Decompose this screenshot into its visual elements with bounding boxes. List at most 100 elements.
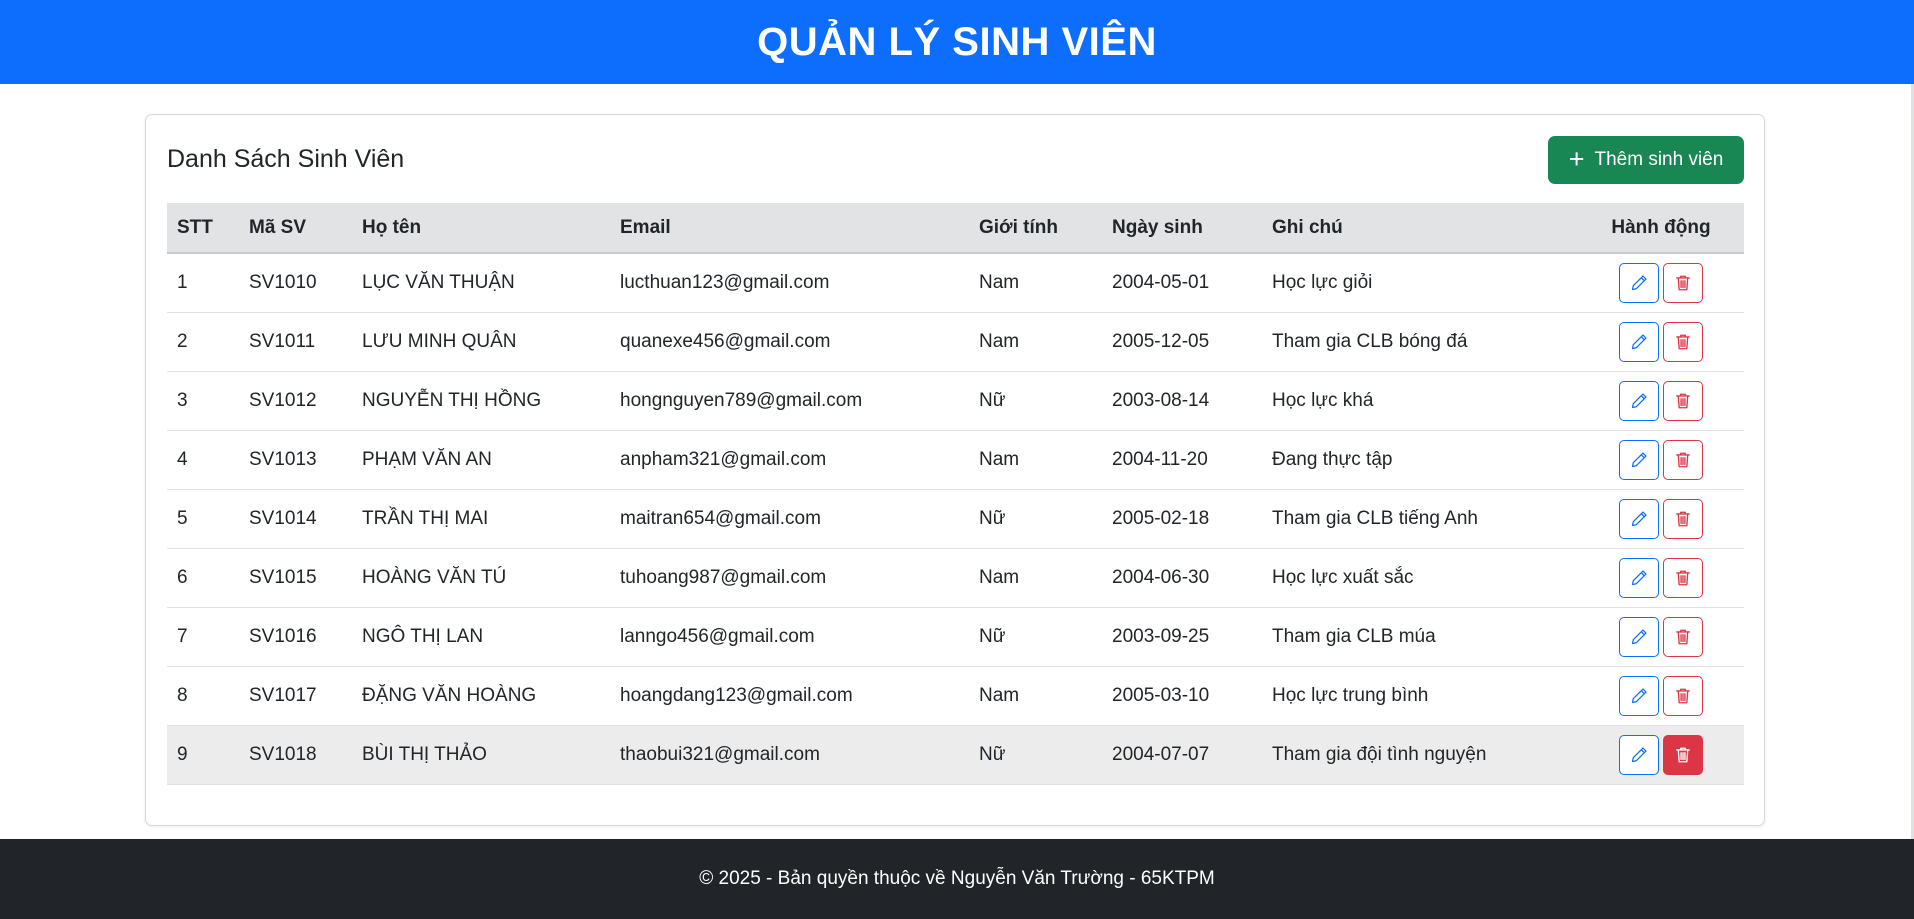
delete-button[interactable] — [1663, 616, 1703, 657]
cell-student-id: SV1015 — [249, 566, 317, 588]
cell-gender: Nữ — [979, 389, 1006, 411]
table-header: STT Mã SV Họ tên Email Giới tính Ngày si… — [167, 203, 1744, 254]
cell-name: NGÔ THỊ LAN — [362, 625, 484, 647]
copyright-text: © 2025 - Bản quyền thuộc về Nguyễn Văn T… — [699, 868, 1215, 889]
delete-button[interactable] — [1663, 321, 1703, 362]
cell-student-id: SV1014 — [249, 507, 317, 529]
table-row: 2 SV1011 LƯU MINH QUÂN quanexe456@gmail.… — [167, 312, 1744, 371]
column-header-email: Email — [610, 203, 969, 254]
table-row: 9 SV1018 BÙI THỊ THẢO thaobui321@gmail.c… — [167, 725, 1744, 784]
pencil-icon — [1631, 628, 1647, 644]
cell-gender: Nam — [979, 684, 1020, 706]
cell-name: LỤC VĂN THUẬN — [362, 271, 515, 293]
cell-note: Đang thực tập — [1272, 448, 1393, 470]
trash-icon — [1676, 747, 1690, 762]
cell-email: tuhoang987@gmail.com — [620, 566, 827, 588]
table-row: 5 SV1014 TRẦN THỊ MAI maitran654@gmail.c… — [167, 489, 1744, 548]
trash-icon — [1676, 334, 1690, 349]
delete-button[interactable] — [1663, 262, 1703, 303]
cell-stt: 5 — [177, 507, 188, 529]
cell-email: lanngo456@gmail.com — [620, 625, 815, 647]
plus-icon: + — [1568, 143, 1585, 174]
cell-name: NGUYỄN THỊ HỒNG — [362, 389, 542, 411]
pencil-icon — [1631, 746, 1647, 762]
pencil-icon — [1631, 275, 1647, 290]
edit-button[interactable] — [1619, 262, 1659, 303]
delete-button[interactable] — [1663, 439, 1703, 480]
cell-name: ĐẶNG VĂN HOÀNG — [362, 684, 537, 706]
cell-gender: Nữ — [979, 507, 1006, 529]
trash-icon — [1676, 452, 1690, 467]
table-row: 4 SV1013 PHẠM VĂN AN anpham321@gmail.com… — [167, 430, 1744, 489]
cell-actions — [1578, 725, 1744, 784]
cell-actions — [1578, 548, 1744, 607]
cell-actions — [1578, 666, 1744, 725]
edit-button[interactable] — [1619, 439, 1659, 480]
app-header: QUẢN LÝ SINH VIÊN — [0, 0, 1914, 84]
cell-dob: 2004-11-20 — [1112, 448, 1208, 470]
table-row: 8 SV1017 ĐẶNG VĂN HOÀNG hoangdang123@gma… — [167, 666, 1744, 725]
delete-button[interactable] — [1663, 675, 1703, 716]
trash-icon — [1676, 629, 1690, 644]
cell-note: Tham gia CLB múa — [1272, 625, 1436, 647]
page-title: QUẢN LÝ SINH VIÊN — [757, 19, 1157, 64]
cell-student-id: SV1012 — [249, 389, 317, 411]
cell-student-id: SV1017 — [249, 684, 317, 706]
edit-button[interactable] — [1619, 557, 1659, 598]
cell-email: quanexe456@gmail.com — [620, 330, 831, 352]
column-header-student-id: Mã SV — [239, 203, 352, 254]
cell-email: maitran654@gmail.com — [620, 507, 821, 529]
cell-email: hoangdang123@gmail.com — [620, 684, 853, 706]
add-student-button[interactable]: + Thêm sinh viên — [1548, 136, 1744, 184]
cell-stt: 3 — [177, 389, 188, 411]
cell-stt: 4 — [177, 448, 188, 470]
cell-stt: 9 — [177, 743, 188, 765]
cell-dob: 2005-02-18 — [1112, 507, 1210, 529]
cell-gender: Nữ — [979, 625, 1006, 647]
edit-button[interactable] — [1619, 380, 1659, 421]
cell-dob: 2004-07-07 — [1112, 743, 1210, 765]
student-list-card: Danh Sách Sinh Viên + Thêm sinh viên STT… — [145, 114, 1765, 826]
cell-email: anpham321@gmail.com — [620, 448, 827, 470]
add-student-label: Thêm sinh viên — [1594, 149, 1724, 170]
card-title: Danh Sách Sinh Viên — [167, 145, 405, 173]
cell-actions — [1578, 489, 1744, 548]
pencil-icon — [1631, 451, 1647, 467]
cell-note: Học lực trung bình — [1272, 684, 1429, 706]
cell-gender: Nam — [979, 566, 1020, 588]
edit-button[interactable] — [1619, 675, 1659, 716]
pencil-icon — [1631, 569, 1647, 585]
cell-gender: Nam — [979, 271, 1020, 293]
column-header-name: Họ tên — [352, 203, 610, 254]
column-header-actions: Hành động — [1578, 203, 1744, 254]
delete-button[interactable] — [1663, 734, 1703, 775]
student-table: STT Mã SV Họ tên Email Giới tính Ngày si… — [167, 203, 1744, 785]
cell-actions — [1578, 253, 1744, 312]
table-row: 1 SV1010 LỤC VĂN THUẬN lucthuan123@gmail… — [167, 253, 1744, 312]
cell-actions — [1578, 607, 1744, 666]
edit-button[interactable] — [1619, 734, 1659, 775]
trash-icon — [1676, 570, 1690, 585]
cell-student-id: SV1016 — [249, 625, 317, 647]
cell-stt: 6 — [177, 566, 188, 588]
edit-button[interactable] — [1619, 321, 1659, 362]
cell-note: Học lực xuất sắc — [1272, 566, 1414, 588]
table-body: 1 SV1010 LỤC VĂN THUẬN lucthuan123@gmail… — [167, 253, 1744, 784]
edit-button[interactable] — [1619, 616, 1659, 657]
delete-button[interactable] — [1663, 498, 1703, 539]
cell-note: Học lực giỏi — [1272, 271, 1373, 293]
cell-gender: Nam — [979, 448, 1020, 470]
edit-button[interactable] — [1619, 498, 1659, 539]
cell-dob: 2003-08-14 — [1112, 389, 1210, 411]
cell-actions — [1578, 371, 1744, 430]
delete-button[interactable] — [1663, 557, 1703, 598]
pencil-icon — [1631, 687, 1647, 703]
column-header-stt: STT — [167, 203, 239, 254]
cell-student-id: SV1011 — [249, 330, 316, 352]
cell-note: Tham gia CLB tiếng Anh — [1272, 507, 1478, 529]
delete-button[interactable] — [1663, 380, 1703, 421]
trash-icon — [1676, 688, 1690, 703]
cell-dob: 2005-03-10 — [1112, 684, 1210, 706]
column-header-gender: Giới tính — [969, 203, 1102, 254]
cell-name: TRẦN THỊ MAI — [362, 507, 489, 529]
